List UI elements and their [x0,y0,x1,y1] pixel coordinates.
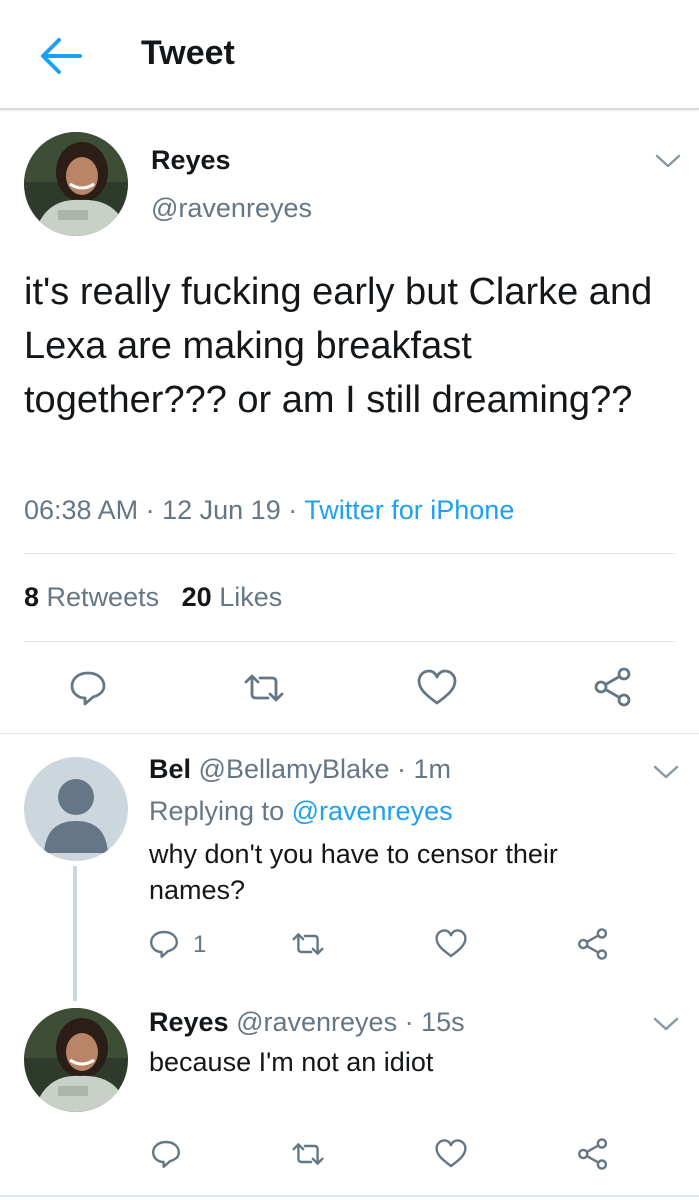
divider [24,641,675,642]
divider [0,733,699,734]
replying-label: Replying to [149,796,285,826]
reply-header: Bel @BellamyBlake · 1m [149,754,451,785]
meta-separator: · [145,495,155,525]
share-icon [594,667,631,707]
chevron-down-icon[interactable] [655,153,681,169]
avatar[interactable] [24,132,128,236]
tweet-text: it's really fucking early but Clarke and… [24,271,653,421]
avatar[interactable] [24,1008,128,1112]
default-avatar-icon [24,757,128,861]
author-handle[interactable]: @ravenreyes [151,193,312,224]
tweet-source-link[interactable]: Twitter for iPhone [304,495,514,525]
heart-icon [417,669,457,705]
retweets-count: 8 [24,582,40,612]
like-button[interactable] [434,1138,468,1170]
tweet-date: 12 Jun 19 [162,495,281,525]
tweet-time: 06:38 AM [24,495,139,525]
share-icon [578,1138,608,1170]
reply-text: because I'm not an idiot [149,1047,434,1077]
avatar[interactable] [24,757,128,861]
chevron-down-icon[interactable] [653,1016,679,1032]
likes-stat[interactable]: 20 Likes [182,582,283,612]
retweet-button[interactable] [290,1138,326,1170]
page-title: Tweet [141,34,235,72]
arrow-left-icon[interactable] [38,33,84,79]
heart-icon [435,929,467,958]
tweet-metadata: 06:38 AM · 12 Jun 19 · Twitter for iPhon… [24,495,514,526]
reply-icon [70,671,106,706]
like-button[interactable] [434,928,468,960]
divider [24,553,675,554]
top-app-bar: Tweet [0,0,699,110]
reply-count: 1 [193,931,207,958]
replying-to: Replying to @ravenreyes [149,796,453,827]
share-icon [578,928,608,960]
retweet-button[interactable] [290,928,326,960]
reply-icon [152,1140,180,1168]
reply-button[interactable] [148,928,180,960]
retweet-button[interactable] [242,668,286,708]
reply-handle[interactable]: @ravenreyes [236,1007,397,1037]
reply-header: Reyes @ravenreyes · 15s [149,1007,465,1038]
reply-display-name[interactable]: Reyes [149,1007,229,1037]
replying-to-link[interactable]: @ravenreyes [292,796,453,826]
divider [0,1195,699,1197]
like-button[interactable] [416,668,458,708]
reply-time: · 15s [404,1007,465,1037]
meta-separator: · [288,495,298,525]
reply-handle[interactable]: @BellamyBlake [199,754,390,784]
share-button[interactable] [576,1137,610,1171]
retweet-icon [292,933,324,955]
reply-time: · 1m [397,754,452,784]
author-display-name[interactable]: Reyes [151,145,231,176]
thread-connector [73,866,77,1001]
share-button[interactable] [592,666,634,708]
retweets-stat[interactable]: 8 Retweets [24,582,159,612]
reply-display-name[interactable]: Bel [149,754,191,784]
retweet-icon [292,1143,324,1165]
chevron-down-icon[interactable] [653,764,679,780]
likes-count: 20 [181,582,212,612]
share-button[interactable] [576,927,610,961]
heart-icon [435,1139,467,1168]
retweet-icon [244,674,284,702]
reply-text: why don't you have to censor their names… [149,839,558,905]
reply-button[interactable] [150,1138,182,1170]
reply-button[interactable] [68,668,108,708]
retweets-label: Retweets [46,582,160,612]
reply-icon [150,930,178,958]
tweet-stats: 8 Retweets 20 Likes [24,582,282,613]
likes-label: Likes [219,582,283,612]
